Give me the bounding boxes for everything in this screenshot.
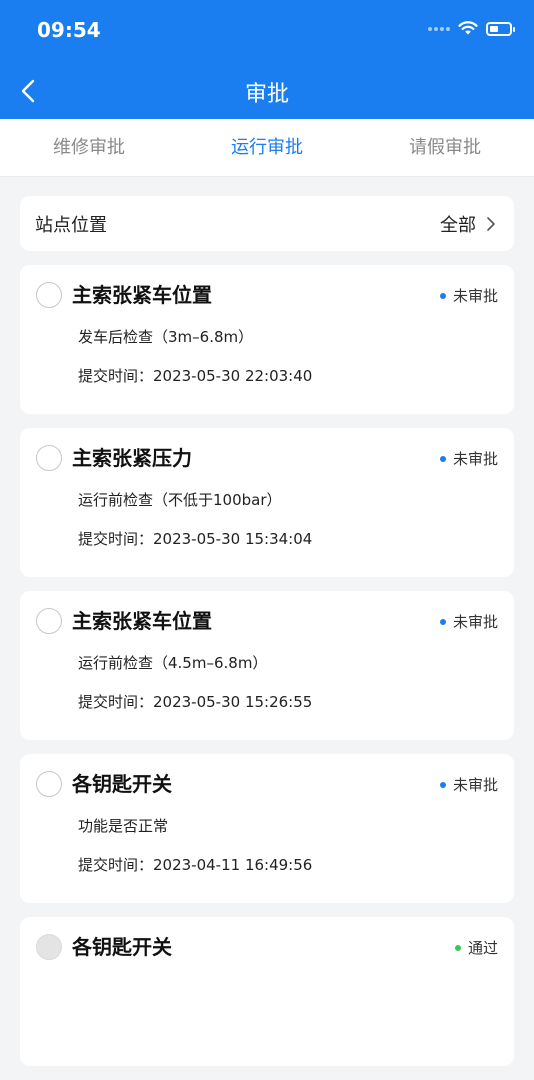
signal-icon [428, 26, 450, 31]
approval-card[interactable]: 各钥匙开关 通过 [20, 917, 514, 1066]
filter-value-text: 全部 [440, 214, 476, 236]
check-detail: 运行前检查（4.5m–6.8m） [78, 654, 268, 672]
check-detail: 运行前检查（不低于100bar） [78, 491, 282, 509]
status-text: 未审批 [452, 776, 498, 794]
select-checkbox-disabled [36, 934, 62, 960]
battery-icon [486, 21, 515, 36]
check-detail: 功能是否正常 [78, 817, 169, 835]
status-dot-icon [439, 292, 446, 299]
status-badge: 未审批 [439, 611, 498, 632]
status-badge: 未审批 [439, 285, 498, 306]
select-checkbox[interactable] [36, 608, 62, 634]
tab-operation-approval[interactable]: 运行审批 [178, 119, 356, 176]
submit-time: 提交时间：2023-05-30 15:34:04 [78, 530, 313, 548]
select-checkbox[interactable] [36, 771, 62, 797]
approval-card[interactable]: 各钥匙开关 未审批 功能是否正常 提交时间：2023-04-11 16:49:5… [20, 754, 514, 903]
approval-card[interactable]: 主索张紧车位置 未审批 发车后检查（3m–6.8m） 提交时间：2023-05-… [20, 265, 514, 414]
submit-time: 提交时间：2023-04-11 16:49:56 [78, 856, 313, 874]
status-dot-icon [439, 781, 446, 788]
card-title: 主索张紧压力 [72, 446, 192, 470]
filter-value: 全部 [440, 211, 496, 237]
status-text: 未审批 [452, 613, 498, 631]
status-time: 09:54 [37, 18, 101, 42]
status-dot-icon [439, 455, 446, 462]
tab-leave-approval[interactable]: 请假审批 [356, 119, 534, 176]
card-title: 主索张紧车位置 [72, 609, 212, 633]
site-location-filter[interactable]: 站点位置 全部 [20, 196, 514, 251]
card-title: 主索张紧车位置 [72, 283, 212, 307]
tab-bar: 维修审批 运行审批 请假审批 [0, 119, 534, 177]
approval-card[interactable]: 主索张紧车位置 未审批 运行前检查（4.5m–6.8m） 提交时间：2023-0… [20, 591, 514, 740]
wifi-icon [458, 21, 478, 35]
submit-time: 提交时间：2023-05-30 15:26:55 [78, 693, 313, 711]
chevron-right-icon [487, 216, 495, 231]
approval-list: 主索张紧车位置 未审批 发车后检查（3m–6.8m） 提交时间：2023-05-… [20, 265, 514, 1080]
status-badge: 通过 [454, 937, 498, 958]
status-text: 未审批 [452, 287, 498, 305]
tab-maintenance-approval[interactable]: 维修审批 [0, 119, 178, 176]
select-checkbox[interactable] [36, 282, 62, 308]
filter-label: 站点位置 [35, 214, 107, 236]
status-dot-icon [439, 618, 446, 625]
approval-card[interactable]: 主索张紧压力 未审批 运行前检查（不低于100bar） 提交时间：2023-05… [20, 428, 514, 577]
page-title: 审批 [244, 82, 289, 107]
submit-time: 提交时间：2023-05-30 22:03:40 [78, 367, 313, 385]
select-checkbox[interactable] [36, 445, 62, 471]
status-badge: 未审批 [439, 448, 498, 469]
card-title: 各钥匙开关 [72, 772, 172, 796]
card-title: 各钥匙开关 [72, 935, 172, 959]
header-bar: 09:54 审批 [0, 0, 534, 119]
check-detail: 发车后检查（3m–6.8m） [78, 328, 254, 346]
status-text: 未审批 [452, 450, 498, 468]
status-text: 通过 [467, 939, 498, 957]
status-badge: 未审批 [439, 774, 498, 795]
status-icons [428, 21, 515, 36]
